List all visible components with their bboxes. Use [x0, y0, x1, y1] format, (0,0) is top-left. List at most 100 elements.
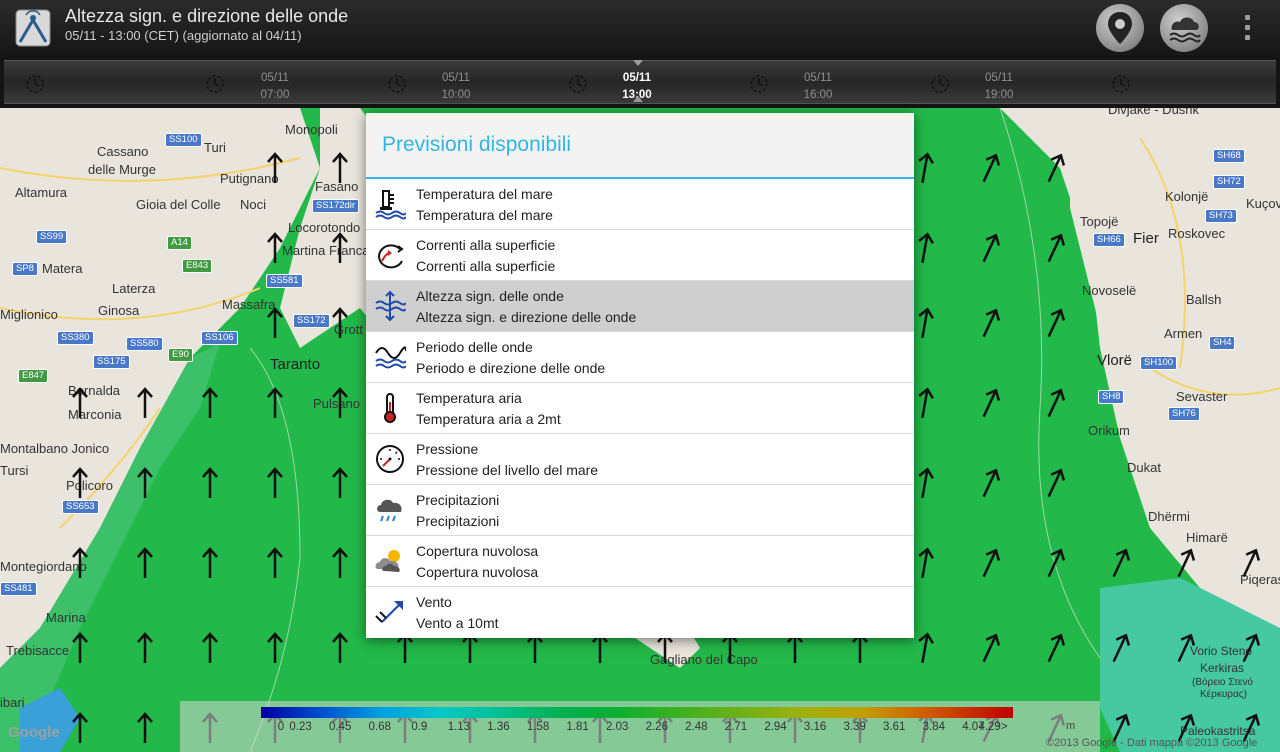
- clock-icon: [206, 75, 224, 93]
- legend-gradient-bar: [261, 707, 1013, 718]
- forecast-item-air-temperature[interactable]: Temperatura aria Temperatura aria a 2mt: [366, 383, 914, 434]
- road-shield: SS172: [293, 314, 330, 328]
- sea-temperature-icon: [375, 190, 406, 220]
- timeline-label-1000[interactable]: 05/11 10:00: [426, 70, 486, 104]
- place-label: Gioia del Colle: [136, 197, 221, 212]
- place-label: Himarë: [1186, 530, 1228, 545]
- road-shield: E847: [18, 369, 49, 383]
- place-label: Vlorë: [1097, 352, 1133, 369]
- dialog-header: Previsioni disponibili: [366, 113, 914, 179]
- dialog-title: Previsioni disponibili: [382, 133, 572, 156]
- place-label: Divjakë - Dushk: [1108, 108, 1200, 117]
- road-shield: SS580: [126, 337, 163, 351]
- timeline-label-1600[interactable]: 05/11 16:00: [788, 70, 848, 104]
- wave-arrow-icon: [332, 152, 348, 183]
- timeline-time: 19:00: [984, 89, 1014, 101]
- place-label: Taranto: [270, 356, 321, 373]
- forecast-item-wind[interactable]: Vento Vento a 10mt: [366, 587, 914, 637]
- rain-cloud-icon: [377, 499, 402, 522]
- timeline-current-marker-bottom: [633, 96, 643, 102]
- timeline-label-1900[interactable]: 05/11 19:00: [969, 70, 1029, 104]
- timeline-time: 10:00: [441, 89, 471, 101]
- wave-arrow-icon: [202, 467, 218, 498]
- wave-arrow-icon: [137, 547, 153, 578]
- forecast-item-cloud-cover[interactable]: Copertura nuvolosa Copertura nuvolosa: [366, 536, 914, 587]
- place-label: Novoselë: [1082, 283, 1137, 298]
- timeline-date: 05/11: [985, 72, 1013, 84]
- wave-arrow-icon: [137, 387, 153, 418]
- forecast-item-title: Altezza sign. delle onde: [416, 288, 564, 304]
- wave-arrow-icon: [332, 387, 348, 418]
- timeline-date: 05/11: [804, 72, 832, 84]
- place-label: Fier: [1133, 230, 1159, 247]
- google-logo: Google: [8, 724, 60, 741]
- wave-arrow-icon: [267, 632, 283, 663]
- place-label: Matera: [42, 261, 83, 276]
- clock-icon: [26, 75, 44, 93]
- place-label: Kerkiras: [1200, 661, 1245, 675]
- forecast-item-pressure[interactable]: Pressione Pressione del livello del mare: [366, 434, 914, 485]
- legend-tick-label: 2.26: [645, 721, 668, 733]
- legend-tick-label: 2.03: [606, 721, 629, 733]
- place-label: Kuçov: [1246, 196, 1280, 211]
- wave-height-icon: [375, 290, 406, 322]
- road-shield: SH66: [1093, 233, 1125, 247]
- place-label: Turi: [204, 140, 226, 155]
- clock-icon: [569, 75, 587, 93]
- legend-tick-label: 1.58: [526, 721, 550, 733]
- place-label: Ginosa: [98, 303, 140, 318]
- forecast-item-wave-period[interactable]: Periodo delle onde Periodo e direzione d…: [366, 332, 914, 383]
- timeline-date: 05/11: [261, 72, 289, 84]
- place-label: Trebisacce: [6, 643, 70, 658]
- road-shield: SS100: [165, 133, 202, 147]
- place-label: Marina: [46, 610, 86, 625]
- action-bar: Altezza sign. e direzione delle onde 05/…: [0, 0, 1280, 56]
- place-label: Orikum: [1088, 423, 1130, 438]
- clock-icon: [388, 75, 406, 93]
- legend-tick-label: 3.16: [803, 721, 827, 733]
- road-shield: SH8: [1098, 390, 1125, 404]
- weather-layer-button[interactable]: [1160, 4, 1208, 52]
- place-label: ibari: [0, 695, 25, 710]
- forecast-item-wave-height-selected[interactable]: Altezza sign. delle onde Altezza sign. e…: [366, 281, 914, 332]
- forecast-item-title: Copertura nuvolosa: [416, 543, 539, 559]
- forecast-item-precipitation[interactable]: Precipitazioni Precipitazioni: [366, 485, 914, 536]
- road-shield: SS172dir: [312, 199, 360, 213]
- road-shield: SS380: [57, 331, 94, 345]
- place-label: Montalbano Jonico: [0, 441, 110, 456]
- place-label: Topojë: [1080, 214, 1119, 229]
- legend-tick-label: 2.94: [764, 721, 787, 733]
- overflow-menu-icon[interactable]: [1232, 12, 1262, 44]
- road-shield: SS175: [93, 355, 130, 369]
- app-logo-icon[interactable]: [14, 6, 54, 50]
- place-label: Monopoli: [285, 122, 338, 137]
- legend-tick-label: 2.71: [724, 721, 748, 733]
- place-label: Dhërmi: [1148, 509, 1190, 524]
- wave-arrow-icon: [267, 152, 283, 183]
- timeline-time: 16:00: [803, 89, 833, 101]
- legend-tick-label: 0.45: [328, 721, 352, 733]
- forecast-item-surface-currents[interactable]: Correnti alla superficie Correnti alla s…: [366, 230, 914, 281]
- place-label: Noci: [240, 197, 267, 212]
- wave-arrow-icon: [72, 547, 88, 578]
- forecast-item-subtitle: Temperatura del mare: [416, 207, 553, 223]
- wave-arrow-icon: [267, 307, 283, 338]
- screen-title: Altezza sign. e direzione delle onde: [65, 6, 349, 26]
- wave-arrow-icon: [202, 547, 218, 578]
- place-label: Armen: [1164, 326, 1203, 341]
- road-shield: SS481: [0, 582, 37, 596]
- forecast-item-subtitle: Copertura nuvolosa: [416, 564, 539, 580]
- location-pin-icon: [1108, 12, 1132, 44]
- road-shield: SP8: [12, 262, 38, 276]
- time-slider[interactable]: 05/11 07:00 05/11 10:00 05/11 13:00 05/1…: [0, 56, 1280, 108]
- partly-cloudy-icon: [375, 550, 400, 572]
- forecast-item-title: Vento: [416, 594, 452, 610]
- legend-tick-label: 3.84: [922, 721, 946, 733]
- forecast-item-subtitle: Vento a 10mt: [416, 615, 499, 631]
- timeline-label-0700[interactable]: 05/11 07:00: [245, 70, 305, 104]
- forecast-item-subtitle: Pressione del livello del mare: [416, 462, 599, 478]
- forecast-item-title: Periodo delle onde: [416, 339, 533, 355]
- location-pin-button[interactable]: [1096, 4, 1144, 52]
- wave-arrow-icon: [137, 467, 153, 498]
- forecast-item-sea-temperature[interactable]: Temperatura del mare Temperatura del mar…: [366, 179, 914, 230]
